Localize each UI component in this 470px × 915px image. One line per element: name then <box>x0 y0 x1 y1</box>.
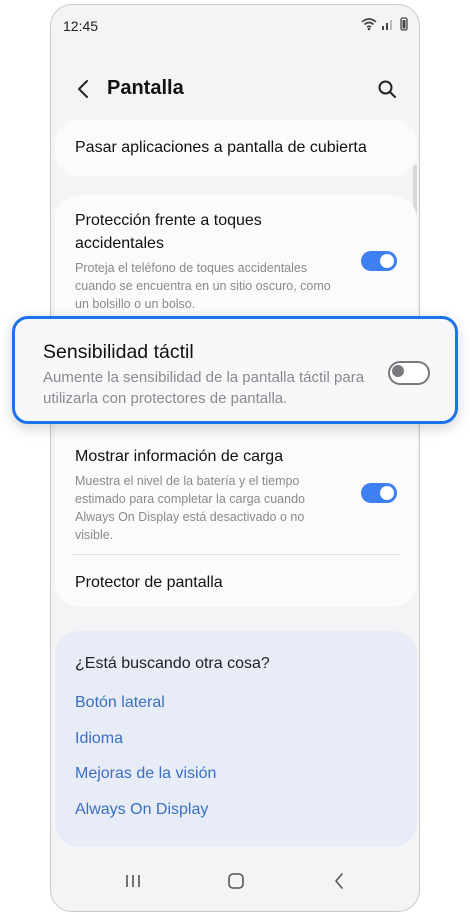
charging-info-item[interactable]: Mostrar información de carga Muestra el … <box>75 445 345 544</box>
charging-info-description: Muestra el nivel de la batería y el tiem… <box>75 474 305 542</box>
chevron-left-icon <box>78 80 88 98</box>
link-always-on-display[interactable]: Always On Display <box>75 801 208 819</box>
signal-icon <box>382 20 392 30</box>
status-time: 12:45 <box>63 18 99 34</box>
home-icon <box>228 873 244 889</box>
accidental-touch-toggle[interactable] <box>361 251 397 271</box>
battery-icon <box>400 17 408 31</box>
divider <box>71 554 401 555</box>
back-button[interactable] <box>69 75 97 103</box>
accidental-touch-title: Protección frente a toques accidentales <box>75 212 262 252</box>
search-icon <box>378 80 396 98</box>
accidental-touch-item[interactable]: Protección frente a toques accidentales … <box>75 209 345 313</box>
recent-apps-icon <box>126 875 140 887</box>
home-button[interactable] <box>224 869 248 893</box>
touch-sensitivity-description: Aumente la sensibilidad de la pantalla t… <box>43 369 365 407</box>
nav-back-button[interactable] <box>327 869 351 893</box>
suggestions-card: ¿Está buscando otra cosa? Botón lateral … <box>55 631 417 847</box>
cover-screen-apps-item[interactable]: Pasar aplicaciones a pantalla de cubiert… <box>75 136 367 159</box>
charging-info-toggle[interactable] <box>361 483 397 503</box>
app-header: Pantalla <box>51 65 419 117</box>
navigation-bar <box>51 851 419 911</box>
search-button[interactable] <box>373 75 401 103</box>
status-icons <box>361 17 409 31</box>
wifi-icon <box>361 18 377 31</box>
touch-sensitivity-title: Sensibilidad táctil <box>43 341 194 363</box>
accidental-touch-description: Proteja el teléfono de toques accidental… <box>75 261 331 311</box>
touch-sensitivity-highlight[interactable]: Sensibilidad táctil Aumente la sensibili… <box>12 316 458 424</box>
link-language[interactable]: Idioma <box>75 730 123 748</box>
link-vision-enhancements[interactable]: Mejoras de la visión <box>75 765 216 783</box>
screen-protector-item[interactable]: Protector de pantalla <box>75 571 223 594</box>
charging-info-title: Mostrar información de carga <box>75 448 284 465</box>
suggestions-title: ¿Está buscando otra cosa? <box>75 655 270 672</box>
cover-screen-card: Pasar aplicaciones a pantalla de cubiert… <box>55 120 417 176</box>
status-bar: 12:45 <box>51 5 419 45</box>
nav-back-icon <box>335 873 343 889</box>
recent-apps-button[interactable] <box>121 869 145 893</box>
phone-frame: 12:45 Pantalla Pasar aplicaciones a pant… <box>50 4 420 912</box>
link-side-button[interactable]: Botón lateral <box>75 694 165 712</box>
page-title: Pantalla <box>107 77 184 99</box>
touch-sensitivity-toggle[interactable] <box>388 361 430 385</box>
